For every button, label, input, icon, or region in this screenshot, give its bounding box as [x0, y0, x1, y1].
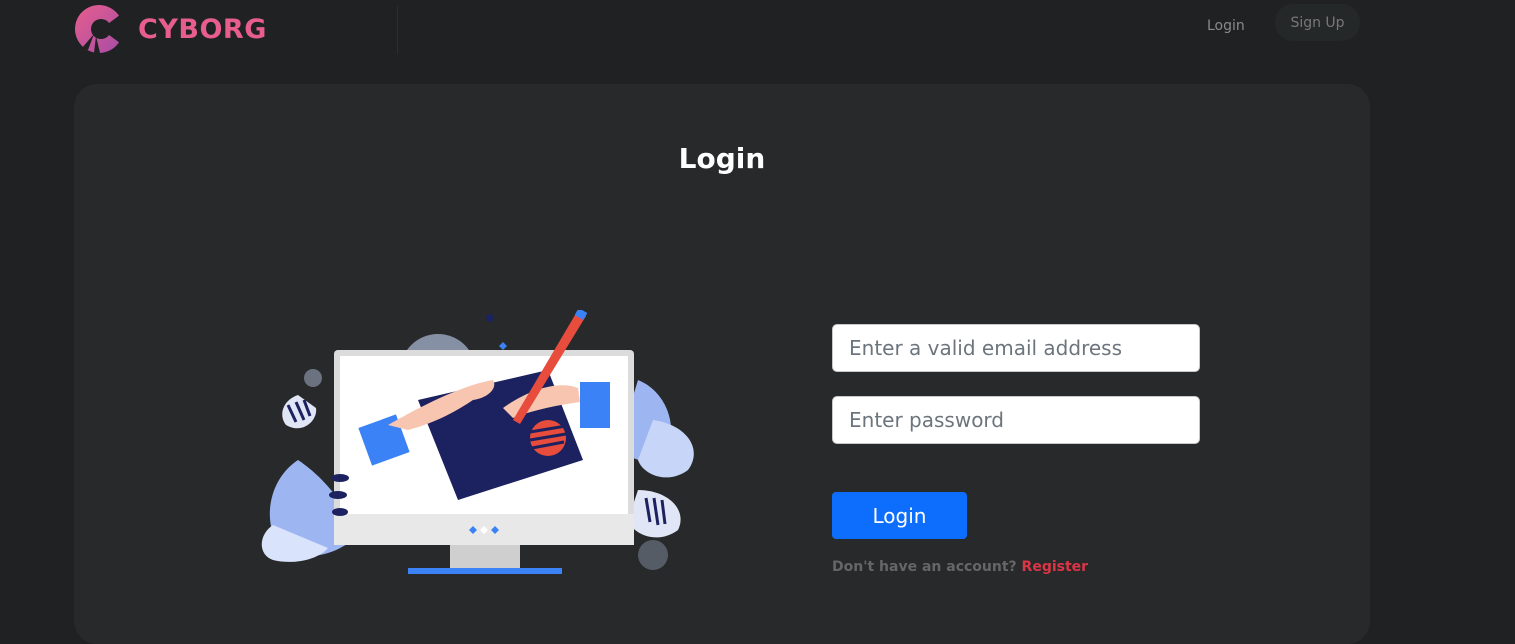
page-title: Login: [678, 142, 766, 175]
brand-logo[interactable]: CYBORG: [74, 4, 267, 54]
login-card: Login Enter a valid email address Login …: [74, 84, 1370, 644]
cyborg-logo-icon: [75, 5, 124, 53]
login-button[interactable]: Login: [832, 492, 967, 539]
register-prompt: Don't have an account? Register: [832, 559, 1088, 575]
nav-login-link[interactable]: Login: [1207, 18, 1245, 34]
header-divider: [397, 6, 398, 54]
computer-drawing-illustration: [261, 310, 694, 574]
password-input[interactable]: [832, 396, 1200, 444]
nav-signup-button[interactable]: Sign Up: [1275, 4, 1360, 41]
register-prompt-text: Don't have an account?: [832, 559, 1022, 575]
email-input[interactable]: [832, 324, 1200, 372]
register-link[interactable]: Register: [1022, 559, 1089, 575]
brand-name: CYBORG: [138, 13, 267, 45]
